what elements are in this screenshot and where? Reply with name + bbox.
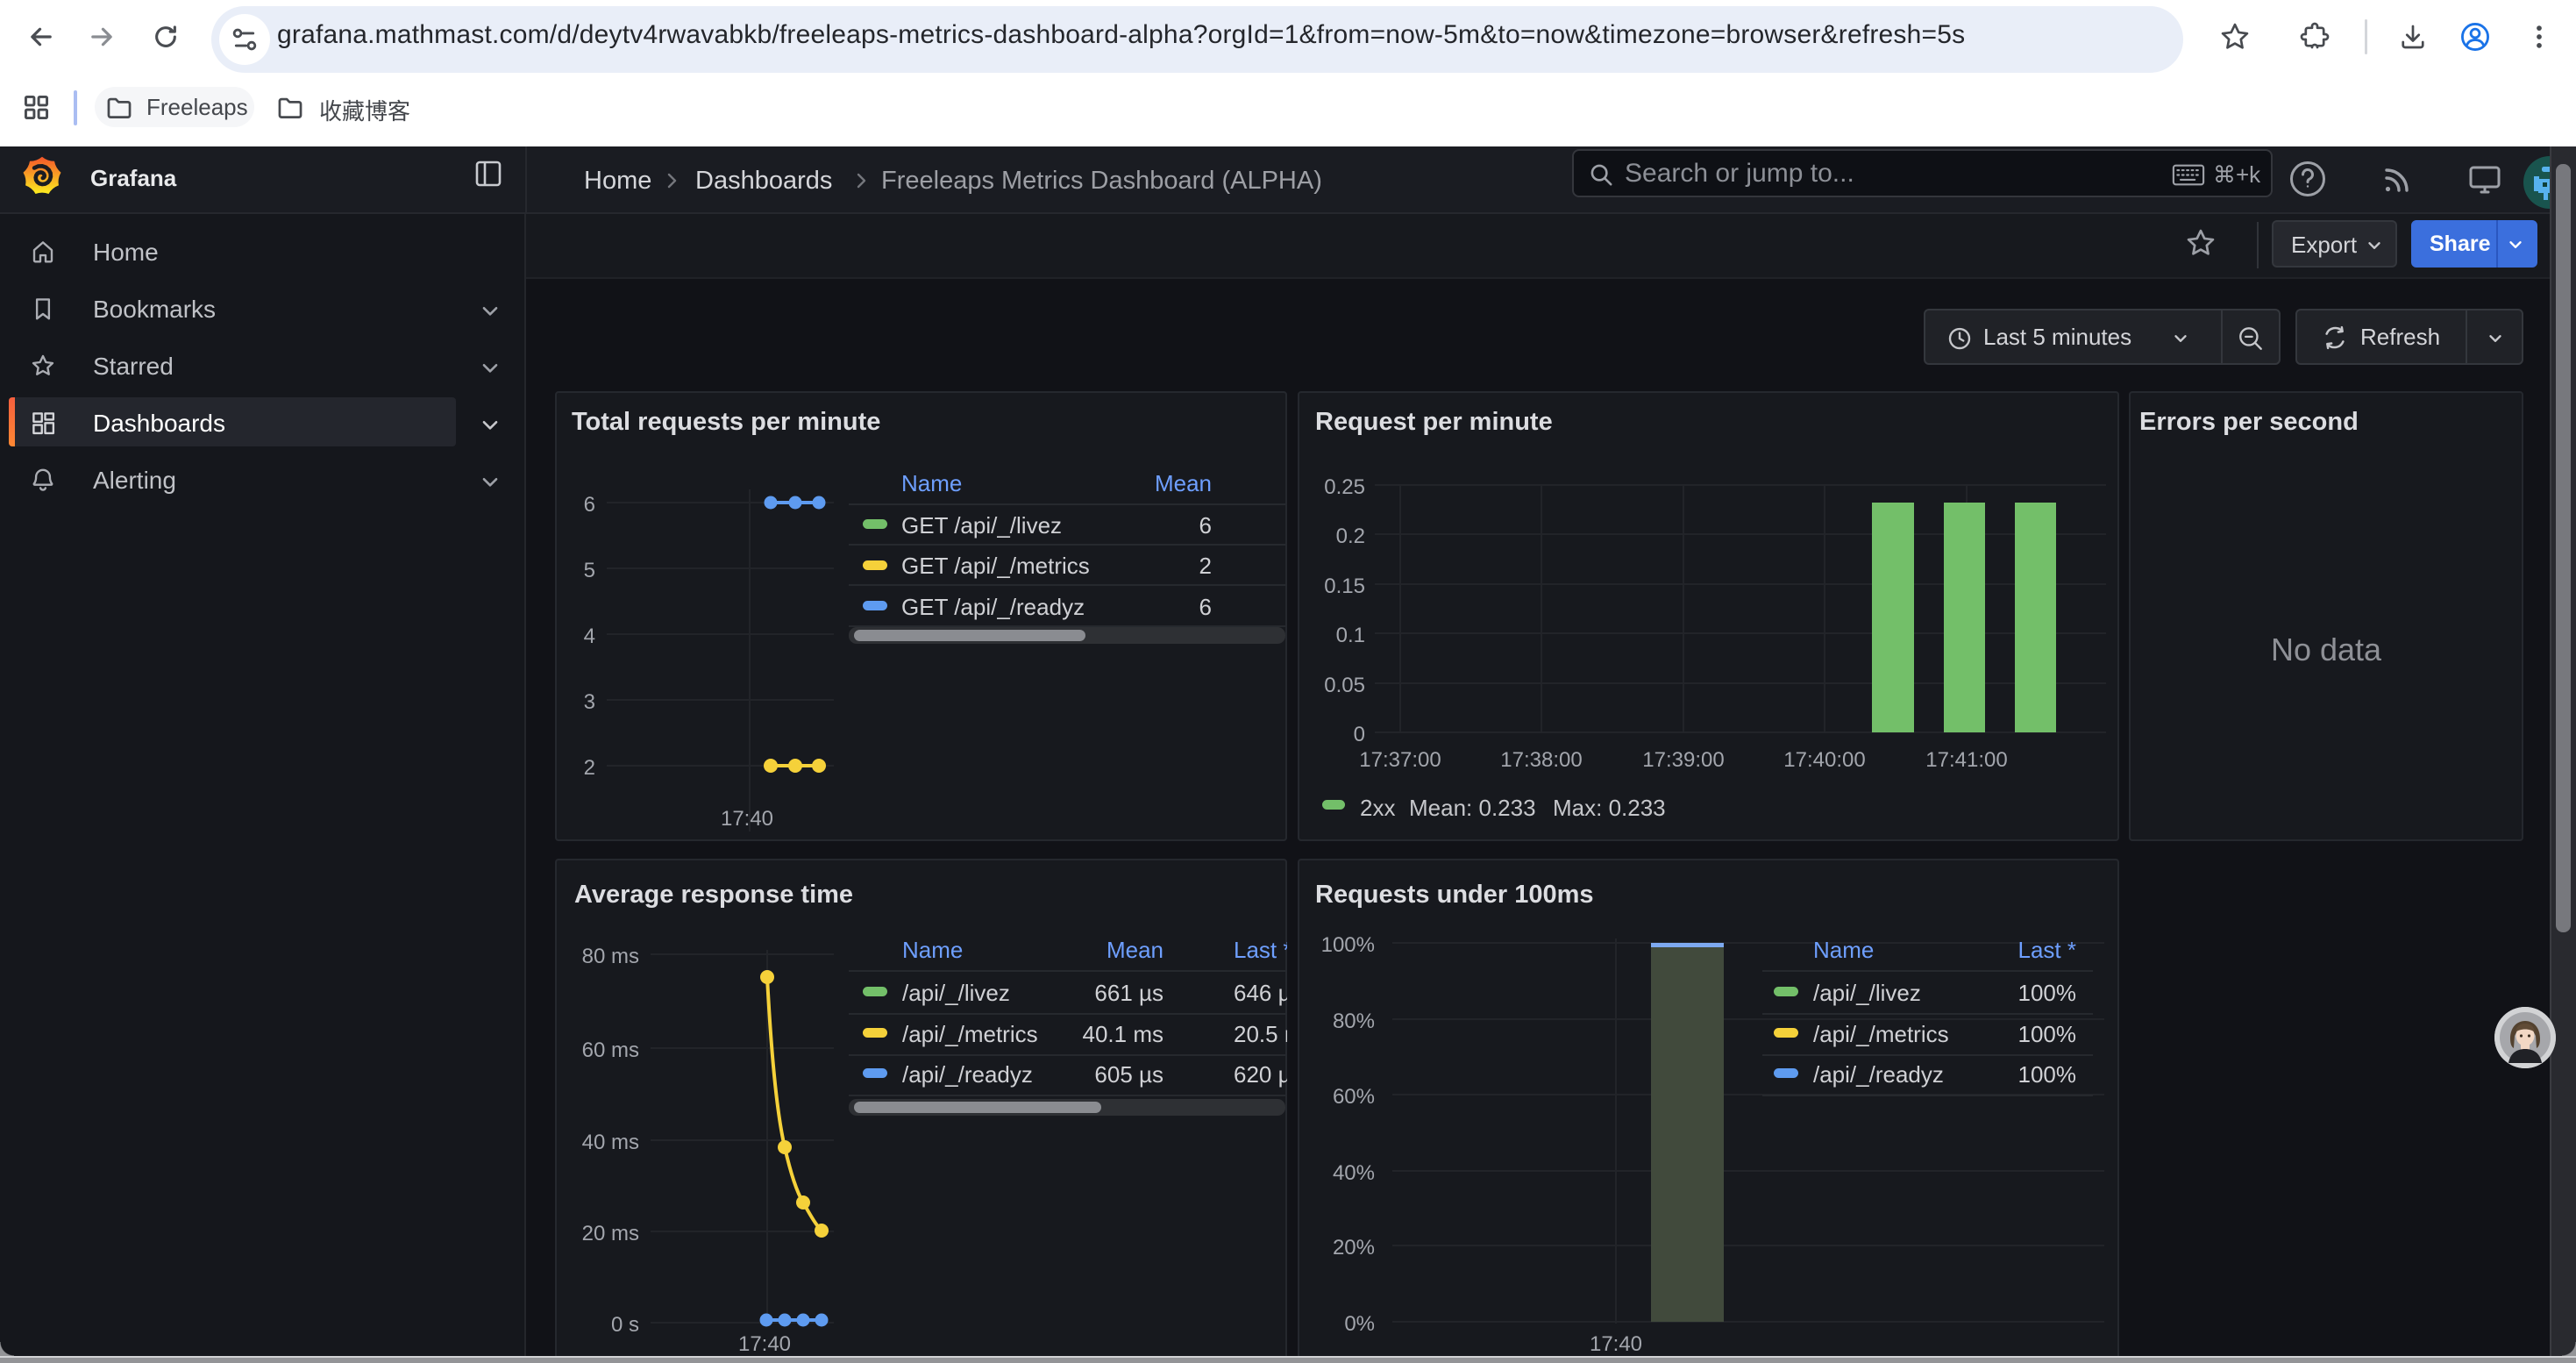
svg-text:20 ms: 20 ms — [582, 1222, 639, 1245]
svg-text:17:40: 17:40 — [721, 807, 773, 831]
svg-text:0.25: 0.25 — [1324, 475, 1365, 499]
svg-text:Requests under 100ms: Requests under 100ms — [1315, 881, 1594, 909]
svg-text:2xx: 2xx — [1360, 795, 1395, 821]
svg-text:40 ms: 40 ms — [582, 1131, 639, 1154]
svg-text:Mean: Mean — [1107, 937, 1163, 963]
svg-text:100%: 100% — [2018, 1021, 2077, 1047]
svg-text:Name: Name — [902, 937, 963, 963]
svg-text:20.5 ms: 20.5 ms — [1234, 1021, 1287, 1047]
svg-text:6: 6 — [1199, 594, 1212, 620]
svg-text:0%: 0% — [1344, 1312, 1375, 1336]
svg-text:40.1 ms: 40.1 ms — [1083, 1021, 1164, 1047]
svg-text:GET /api/_/livez: GET /api/_/livez — [901, 512, 1062, 539]
svg-text:Errors per second: Errors per second — [2139, 408, 2359, 436]
svg-text:6: 6 — [1199, 512, 1212, 539]
svg-text:0.05: 0.05 — [1324, 674, 1365, 697]
svg-text:17:40: 17:40 — [738, 1332, 791, 1356]
svg-text:Average response time: Average response time — [574, 881, 853, 909]
svg-text:Total requests per minute: Total requests per minute — [572, 408, 880, 436]
svg-text:No data: No data — [2271, 632, 2382, 667]
svg-text:100%: 100% — [2018, 1061, 2077, 1088]
svg-text:Max: 0.233: Max: 0.233 — [1553, 795, 1666, 821]
svg-text:17:39:00: 17:39:00 — [1642, 748, 1724, 772]
svg-text:4: 4 — [584, 624, 595, 648]
svg-text:Name: Name — [1813, 937, 1874, 963]
svg-text:Mean: Mean — [1155, 470, 1212, 496]
svg-text:Last *: Last * — [1234, 937, 1287, 963]
svg-text:80%: 80% — [1333, 1010, 1375, 1033]
svg-text:5: 5 — [584, 559, 595, 582]
svg-text:Mean: 0.233: Mean: 0.233 — [1409, 795, 1536, 821]
svg-text:17:38:00: 17:38:00 — [1500, 748, 1582, 772]
svg-text:60%: 60% — [1333, 1085, 1375, 1109]
svg-text:646 µs: 646 µs — [1234, 980, 1287, 1006]
svg-text:0 s: 0 s — [611, 1313, 639, 1337]
svg-text:17:40: 17:40 — [1590, 1332, 1642, 1356]
svg-text:Name: Name — [901, 470, 962, 496]
svg-text:/api/_/livez: /api/_/livez — [902, 980, 1010, 1006]
svg-text:0: 0 — [1354, 723, 1365, 746]
svg-text:2: 2 — [1199, 553, 1212, 579]
svg-text:60 ms: 60 ms — [582, 1038, 639, 1062]
svg-text:/api/_/livez: /api/_/livez — [1813, 980, 1921, 1006]
svg-text:17:40:00: 17:40:00 — [1783, 748, 1865, 772]
svg-text:0.1: 0.1 — [1336, 624, 1365, 647]
svg-text:17:37:00: 17:37:00 — [1359, 748, 1441, 772]
svg-text:/api/_/metrics: /api/_/metrics — [1813, 1021, 1949, 1047]
svg-text:/api/_/readyz: /api/_/readyz — [902, 1061, 1033, 1088]
svg-text:2: 2 — [584, 756, 595, 780]
svg-text:Request per minute: Request per minute — [1315, 408, 1553, 436]
svg-text:/api/_/readyz: /api/_/readyz — [1813, 1061, 1944, 1088]
svg-text:6: 6 — [584, 493, 595, 517]
svg-text:40%: 40% — [1333, 1161, 1375, 1185]
svg-text:17:41:00: 17:41:00 — [1925, 748, 2007, 772]
svg-text:100%: 100% — [2018, 980, 2077, 1006]
svg-text:3: 3 — [584, 690, 595, 714]
svg-text:GET /api/_/readyz: GET /api/_/readyz — [901, 594, 1085, 620]
svg-text:620 µs: 620 µs — [1234, 1061, 1287, 1088]
svg-text:80 ms: 80 ms — [582, 945, 639, 968]
svg-text:605 µs: 605 µs — [1094, 1061, 1163, 1088]
svg-text:100%: 100% — [1321, 933, 1375, 957]
svg-text:20%: 20% — [1333, 1236, 1375, 1260]
svg-text:/api/_/metrics: /api/_/metrics — [902, 1021, 1038, 1047]
svg-text:0.15: 0.15 — [1324, 574, 1365, 598]
svg-text:Last *: Last * — [2018, 937, 2077, 963]
svg-text:661 µs: 661 µs — [1094, 980, 1163, 1006]
svg-text:GET /api/_/metrics: GET /api/_/metrics — [901, 553, 1090, 579]
svg-text:0.2: 0.2 — [1336, 525, 1365, 548]
